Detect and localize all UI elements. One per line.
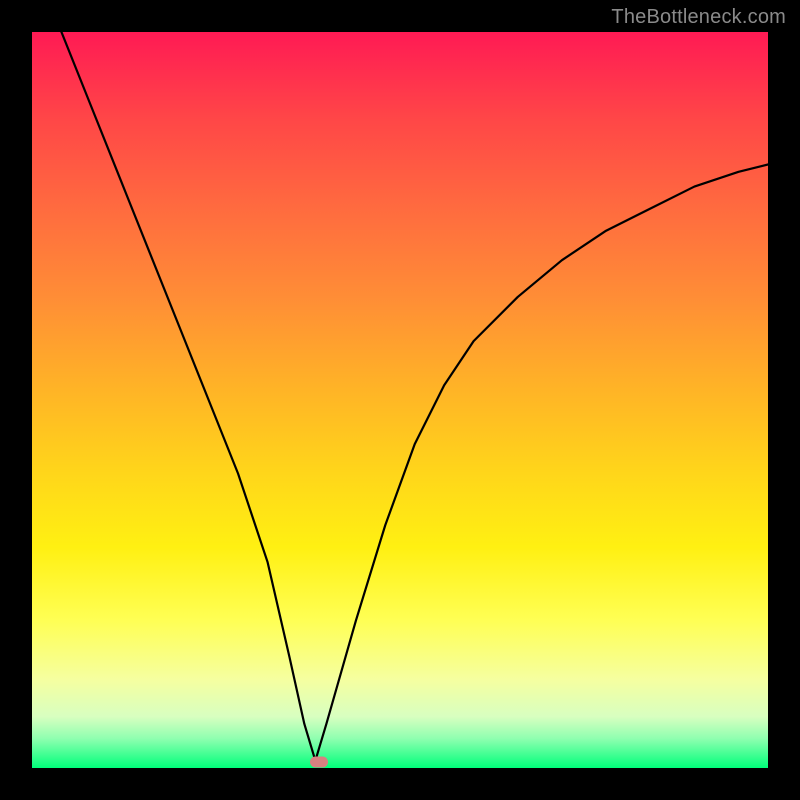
plot-area [32, 32, 768, 768]
curve-svg [32, 32, 768, 768]
watermark-text: TheBottleneck.com [611, 6, 786, 29]
chart-frame: TheBottleneck.com [0, 0, 800, 800]
bottleneck-curve [61, 32, 768, 761]
optimum-marker [310, 757, 328, 768]
